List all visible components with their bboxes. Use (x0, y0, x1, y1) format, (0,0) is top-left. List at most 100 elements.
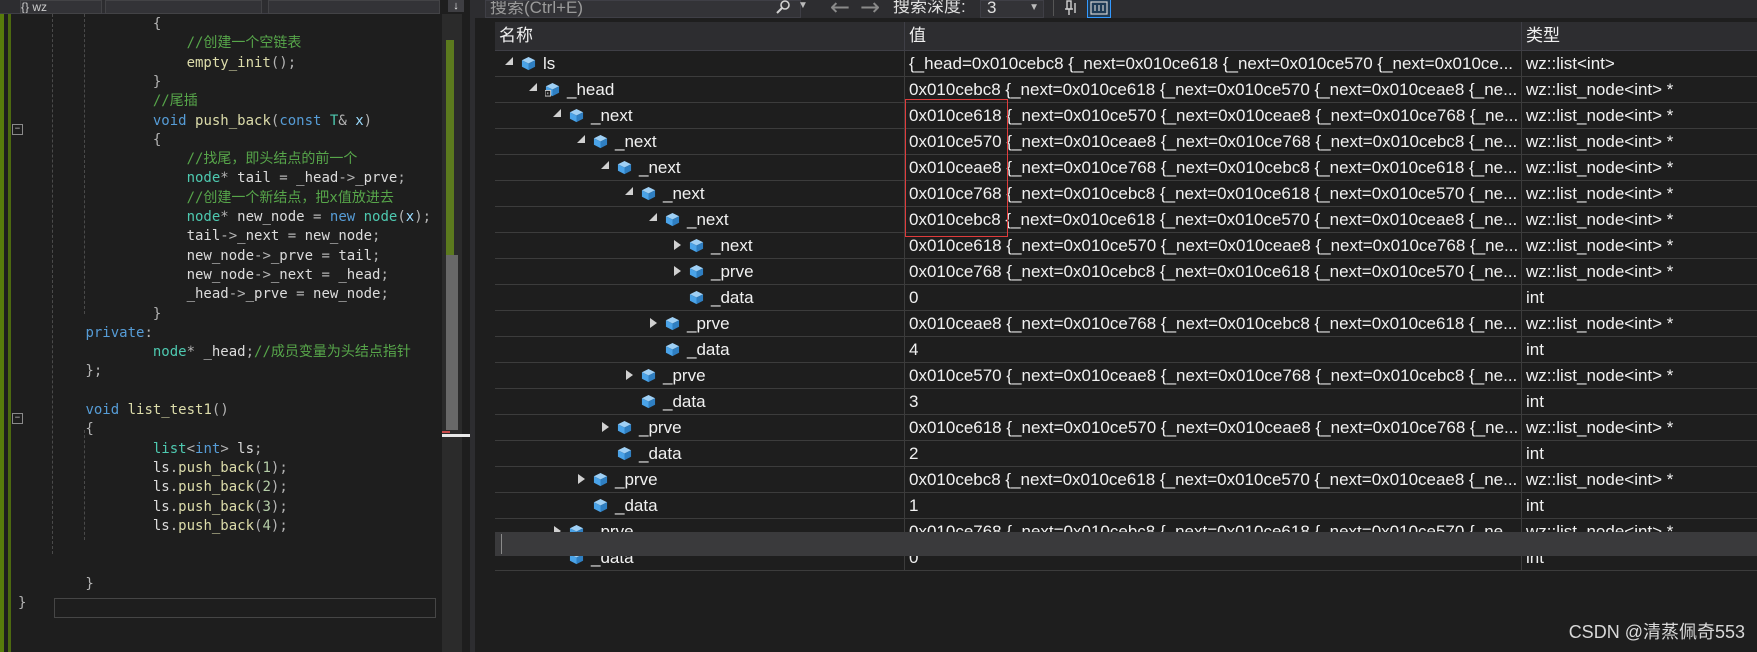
name-cell[interactable]: ls (495, 51, 905, 76)
code-line[interactable]: node* _head;//成员变量为头结点指针 (18, 342, 411, 362)
value-cell[interactable]: 0x010ceae8 {_next=0x010ce768 {_next=0x01… (905, 311, 1522, 336)
add-watch-input[interactable] (501, 534, 906, 554)
name-cell[interactable]: _data (495, 493, 905, 518)
value-cell[interactable]: 2 (905, 441, 1522, 466)
code-line[interactable]: ls.push_back(1); (18, 458, 288, 478)
pane-splitter[interactable] (470, 0, 475, 652)
code-line[interactable]: ls.push_back(2); (18, 477, 288, 497)
watch-row[interactable]: _next 0x010ceae8 {_next=0x010ce768 {_next… (495, 155, 1757, 181)
value-cell[interactable]: 0x010ce768 {_next=0x010cebc8 {_next=0x01… (905, 181, 1522, 206)
code-line[interactable]: _head->_prve = new_node; (18, 284, 389, 304)
watch-row[interactable]: ls {_head=0x010cebc8 {_next=0x010ce618 {_… (495, 51, 1757, 77)
value-cell[interactable]: 0 (905, 285, 1522, 310)
code-line[interactable]: //创建一个空链表 (18, 33, 302, 53)
expand-triangle-icon[interactable] (650, 318, 657, 328)
editor-scrollbar-thumb[interactable] (446, 255, 458, 430)
code-line[interactable]: //找尾，即头结点的前一个 (18, 149, 358, 169)
search-previous-arrow-icon[interactable]: ← (830, 0, 850, 19)
name-cell[interactable]: _head (495, 77, 905, 102)
expand-triangle-icon[interactable] (674, 266, 681, 276)
watch-row[interactable]: _next 0x010cebc8 {_next=0x010ce618 {_next… (495, 207, 1757, 233)
name-cell[interactable]: _prve (495, 363, 905, 388)
search-next-arrow-icon[interactable]: → (860, 0, 880, 19)
search-depth-select[interactable]: 3 ▼ (980, 0, 1044, 18)
fold-toggle-icon[interactable]: − (12, 413, 23, 424)
expand-triangle-icon[interactable] (626, 370, 633, 380)
name-cell[interactable]: _prve (495, 259, 905, 284)
code-line[interactable]: void push_back(const T& x) (18, 111, 372, 131)
watch-row[interactable]: _next 0x010ce618 {_next=0x010ce570 {_next… (495, 233, 1757, 259)
code-line[interactable]: //尾插 (18, 91, 198, 111)
collapse-triangle-icon[interactable] (601, 161, 609, 169)
collapse-triangle-icon[interactable] (649, 213, 657, 221)
watch-row[interactable]: _prve 0x010ce768 {_next=0x010cebc8 {_next… (495, 259, 1757, 285)
code-line[interactable]: } (18, 304, 161, 324)
watch-row[interactable]: _prve 0x010ce618 {_next=0x010ce570 {_next… (495, 415, 1757, 441)
value-cell[interactable]: 0x010ce618 {_next=0x010ce570 {_next=0x01… (905, 103, 1522, 128)
name-cell[interactable]: _next (495, 129, 905, 154)
name-cell[interactable]: _prve (495, 467, 905, 492)
name-cell[interactable]: _data (495, 441, 905, 466)
watch-row[interactable]: _prve 0x010ce570 {_next=0x010ceae8 {_next… (495, 363, 1757, 389)
name-cell[interactable]: _data (495, 337, 905, 362)
value-cell[interactable]: 3 (905, 389, 1522, 414)
value-cell[interactable]: 0x010cebc8 {_next=0x010ce618 {_next=0x01… (905, 207, 1522, 232)
expand-triangle-icon[interactable] (674, 240, 681, 250)
collapse-triangle-icon[interactable] (625, 187, 633, 195)
name-cell[interactable]: _prve (495, 311, 905, 336)
watch-row[interactable]: _next 0x010ce618 {_next=0x010ce570 {_next… (495, 103, 1757, 129)
value-cell[interactable]: 0x010ce618 {_next=0x010ce570 {_next=0x01… (905, 233, 1522, 258)
value-cell[interactable]: 0x010ce570 {_next=0x010ceae8 {_next=0x01… (905, 363, 1522, 388)
name-cell[interactable]: _next (495, 103, 905, 128)
watch-row[interactable]: _next 0x010ce570 {_next=0x010ceae8 {_next… (495, 129, 1757, 155)
hexadecimal-display-toggle-icon[interactable] (1087, 0, 1111, 18)
value-cell[interactable]: 4 (905, 337, 1522, 362)
column-header-name[interactable]: 名称 (495, 22, 905, 50)
collapse-triangle-icon[interactable] (529, 83, 537, 91)
watch-row[interactable]: _data 3 int (495, 389, 1757, 415)
code-line[interactable]: //创建一个新结点，把x值放进去 (18, 188, 394, 208)
code-line[interactable]: new_node->_prve = tail; (18, 246, 381, 266)
value-cell[interactable]: 1 (905, 493, 1522, 518)
member-combo[interactable] (268, 0, 440, 14)
collapse-triangle-icon[interactable] (553, 109, 561, 117)
watch-grid[interactable]: 名称 值 类型 ls {_head=0x010cebc8 {_next=0x010… (495, 22, 1757, 592)
code-line[interactable]: } (18, 72, 161, 92)
code-line[interactable]: ls.push_back(4); (18, 516, 288, 536)
code-line[interactable]: private: (18, 323, 152, 343)
name-cell[interactable]: _next (495, 233, 905, 258)
column-header-type[interactable]: 类型 (1522, 22, 1757, 50)
column-header-value[interactable]: 值 (905, 22, 1522, 50)
add-watch-row[interactable] (495, 532, 1757, 556)
code-line[interactable]: new_node->_next = _head; (18, 265, 389, 285)
watch-row[interactable]: _next 0x010ce768 {_next=0x010cebc8 {_next… (495, 181, 1757, 207)
collapse-triangle-icon[interactable] (577, 135, 585, 143)
code-line[interactable]: tail->_next = new_node; (18, 226, 381, 246)
watch-row[interactable]: _data 4 int (495, 337, 1757, 363)
collapse-triangle-icon[interactable] (505, 57, 513, 65)
code-line[interactable]: { (18, 419, 93, 439)
code-line[interactable]: { (18, 14, 161, 34)
code-line[interactable]: ls.push_back(3); (18, 497, 288, 517)
watch-row[interactable]: _data 1 int (495, 493, 1757, 519)
watch-row[interactable]: _data 0 int (495, 285, 1757, 311)
fold-toggle-icon[interactable]: − (12, 124, 23, 135)
value-cell[interactable]: 0x010ce570 {_next=0x010ceae8 {_next=0x01… (905, 129, 1522, 154)
code-editor[interactable]: {} wz { //创建一个空链表 empty_init(); } //尾插 v… (0, 0, 440, 652)
name-cell[interactable]: _next (495, 207, 905, 232)
expand-triangle-icon[interactable] (578, 474, 585, 484)
editor-split-dropdown-button[interactable]: ↓ (448, 0, 464, 12)
code-line[interactable]: } (18, 574, 93, 594)
code-line[interactable]: } (18, 593, 26, 613)
value-cell[interactable]: 0x010cebc8 {_next=0x010ce618 {_next=0x01… (905, 77, 1522, 102)
watch-row[interactable]: _data 2 int (495, 441, 1757, 467)
code-line[interactable]: { (18, 130, 161, 150)
watch-row[interactable]: _prve 0x010cebc8 {_next=0x010ce618 {_next… (495, 467, 1757, 493)
name-cell[interactable]: _prve (495, 415, 905, 440)
scope-combo[interactable] (105, 0, 262, 14)
search-icon[interactable] (775, 0, 791, 14)
value-cell[interactable]: 0x010ce618 {_next=0x010ce570 {_next=0x01… (905, 415, 1522, 440)
name-cell[interactable]: _next (495, 181, 905, 206)
value-cell[interactable]: 0x010cebc8 {_next=0x010ce618 {_next=0x01… (905, 467, 1522, 492)
code-line[interactable]: void list_test1() (18, 400, 228, 420)
